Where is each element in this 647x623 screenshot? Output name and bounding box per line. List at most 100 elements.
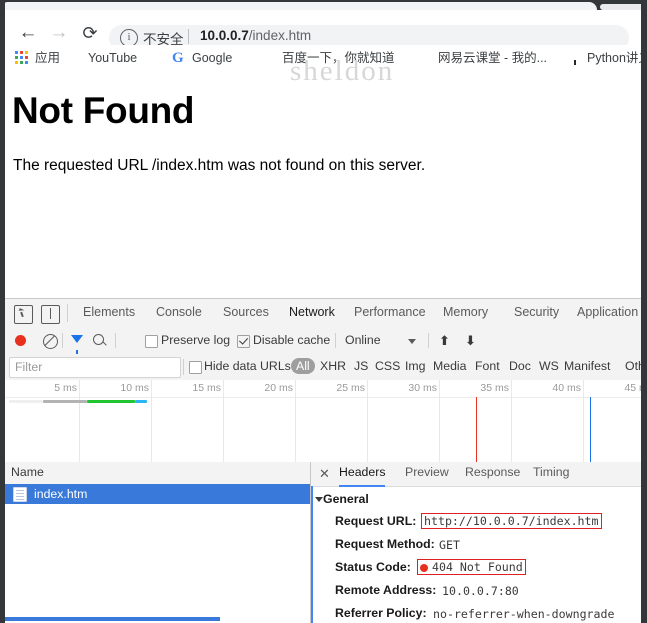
bookmark-netease[interactable]: 网易云课堂 - 我的... (418, 49, 547, 68)
filter-type-js[interactable]: JS (354, 359, 368, 373)
bookmark-apps[interactable]: 应用 (15, 49, 60, 68)
filter-type-manifest[interactable]: Manifest (564, 359, 610, 373)
filter-input[interactable]: Filter (9, 357, 181, 378)
field-value: 10.0.0.7:80 (442, 584, 519, 598)
load-event-marker (590, 397, 591, 462)
tab-sources[interactable]: Sources (223, 303, 269, 327)
watermark: sheldon (290, 55, 395, 87)
tab-network[interactable]: Network (289, 303, 335, 329)
clear-icon[interactable] (43, 334, 58, 349)
timeline-tick: 35 ms (480, 380, 512, 462)
disable-cache-checkbox[interactable] (237, 335, 250, 348)
throttling-select[interactable]: Online (345, 333, 381, 347)
tab-elements[interactable]: Elements (83, 303, 135, 327)
disable-cache-label[interactable]: Disable cache (253, 333, 330, 347)
request-name: index.htm (34, 487, 88, 501)
field-request-url: Request URL: http://10.0.0.7/index.htm (311, 513, 641, 532)
hide-data-urls-label[interactable]: Hide data URLs (204, 359, 291, 373)
devtools-panel: Elements Console Sources Network Perform… (5, 298, 645, 623)
toolbar-divider (428, 333, 429, 348)
hide-data-urls-checkbox[interactable] (189, 361, 202, 374)
timeline-tick: 5 ms (54, 380, 80, 462)
page-content: Not Found The requested URL /index.htm w… (5, 72, 641, 298)
address-bar-url: 10.0.0.7/index.htm (200, 28, 311, 43)
toolbar-divider (335, 333, 336, 348)
reload-icon[interactable]: ⟳ (79, 22, 101, 44)
url-host: 10.0.0.7 (200, 28, 249, 43)
general-section-title: General (323, 492, 369, 506)
window-frame-right (641, 0, 647, 622)
tab-performance[interactable]: Performance (354, 303, 426, 327)
filter-type-xhr[interactable]: XHR (320, 359, 346, 373)
forward-icon[interactable]: → (48, 22, 70, 44)
bookmark-youtube[interactable]: YouTube (68, 49, 137, 68)
field-key: Remote Address: (335, 583, 437, 597)
headers-body: General Request URL: http://10.0.0.7/ind… (311, 486, 641, 623)
field-key: Status Code: (335, 560, 411, 574)
filter-type-media[interactable]: Media (433, 359, 467, 373)
browser-toolbar: ← → ⟳ i 不安全 10.0.0.7/index.htm (5, 10, 641, 51)
timeline-tick: 30 ms (408, 380, 440, 462)
timeline-tick: 15 ms (192, 380, 224, 462)
record-icon[interactable] (15, 335, 26, 346)
tab-response[interactable]: Response (465, 464, 520, 485)
search-icon[interactable] (93, 334, 104, 345)
field-key: Request Method: (335, 537, 435, 551)
bookmark-google[interactable]: G Google (172, 49, 232, 68)
field-status-code: Status Code: 404 Not Found (311, 559, 641, 578)
device-toolbar-icon[interactable] (41, 305, 60, 324)
network-overview[interactable]: 5 ms 10 ms 15 ms 20 ms 25 ms 30 ms 35 ms… (5, 380, 641, 463)
tick-label: 15 ms (192, 382, 221, 394)
tick-label: 5 ms (54, 382, 77, 394)
requests-pane: Name index.htm (5, 462, 311, 623)
status-badge (420, 564, 428, 572)
field-value: http://10.0.0.7/index.htm (421, 513, 602, 529)
close-icon[interactable]: ✕ (319, 466, 330, 481)
filter-icon[interactable] (71, 335, 83, 354)
browser-tab[interactable] (0, 2, 597, 10)
filter-type-all[interactable]: All (291, 358, 315, 374)
tab-application[interactable]: Application (577, 303, 638, 327)
export-har-icon[interactable]: ⬇ (465, 333, 476, 349)
toolbar-divider (67, 304, 68, 322)
tab-timing[interactable]: Timing (533, 464, 569, 485)
filter-type-doc[interactable]: Doc (509, 359, 531, 373)
filter-type-img[interactable]: Img (405, 359, 426, 373)
tab-preview[interactable]: Preview (405, 464, 449, 485)
field-request-method: Request Method: GET (311, 537, 641, 555)
bookmark-label: Python讲义 (587, 51, 647, 65)
preserve-log-label[interactable]: Preserve log (161, 333, 230, 347)
import-har-icon[interactable]: ⬆ (439, 333, 450, 349)
apps-grid-icon (15, 51, 30, 66)
baidu-icon (262, 51, 277, 66)
network-filter-bar: Filter Hide data URLs All XHR JS CSS Img… (5, 354, 645, 381)
timeline-ruler (5, 380, 641, 398)
chevron-down-icon[interactable] (408, 339, 416, 344)
timeline-tick: 20 ms (264, 380, 296, 462)
horizontal-scrollbar[interactable] (5, 617, 220, 621)
field-value: GET (439, 538, 460, 552)
waterfall-band-content-download (135, 400, 147, 403)
waterfall-band-queued (43, 400, 87, 403)
toolbar-divider (62, 333, 63, 348)
window-frame-left (0, 0, 5, 622)
bookmark-python[interactable]: Python讲义 (567, 49, 647, 68)
filter-type-css[interactable]: CSS (375, 359, 400, 373)
tick-label: 20 ms (264, 382, 293, 394)
filter-type-font[interactable]: Font (475, 359, 500, 373)
status-text: 404 Not Found (432, 560, 523, 574)
tab-memory[interactable]: Memory (443, 303, 488, 327)
preserve-log-checkbox[interactable] (145, 335, 158, 348)
tab-strip (0, 0, 647, 10)
inspect-element-icon[interactable] (14, 305, 33, 324)
field-remote-address: Remote Address: 10.0.0.7:80 (311, 583, 641, 601)
filter-type-ws[interactable]: WS (539, 359, 559, 373)
table-row[interactable]: index.htm (5, 484, 310, 504)
tab-security[interactable]: Security (514, 303, 559, 327)
chevron-down-icon[interactable] (315, 497, 323, 502)
tab-headers[interactable]: Headers (339, 464, 386, 487)
network-split-view: Name index.htm ✕ Headers Preview Respons… (5, 462, 641, 623)
back-icon[interactable]: ← (17, 22, 39, 44)
waterfall-band-request-sent (87, 400, 135, 403)
tab-console[interactable]: Console (156, 303, 202, 327)
